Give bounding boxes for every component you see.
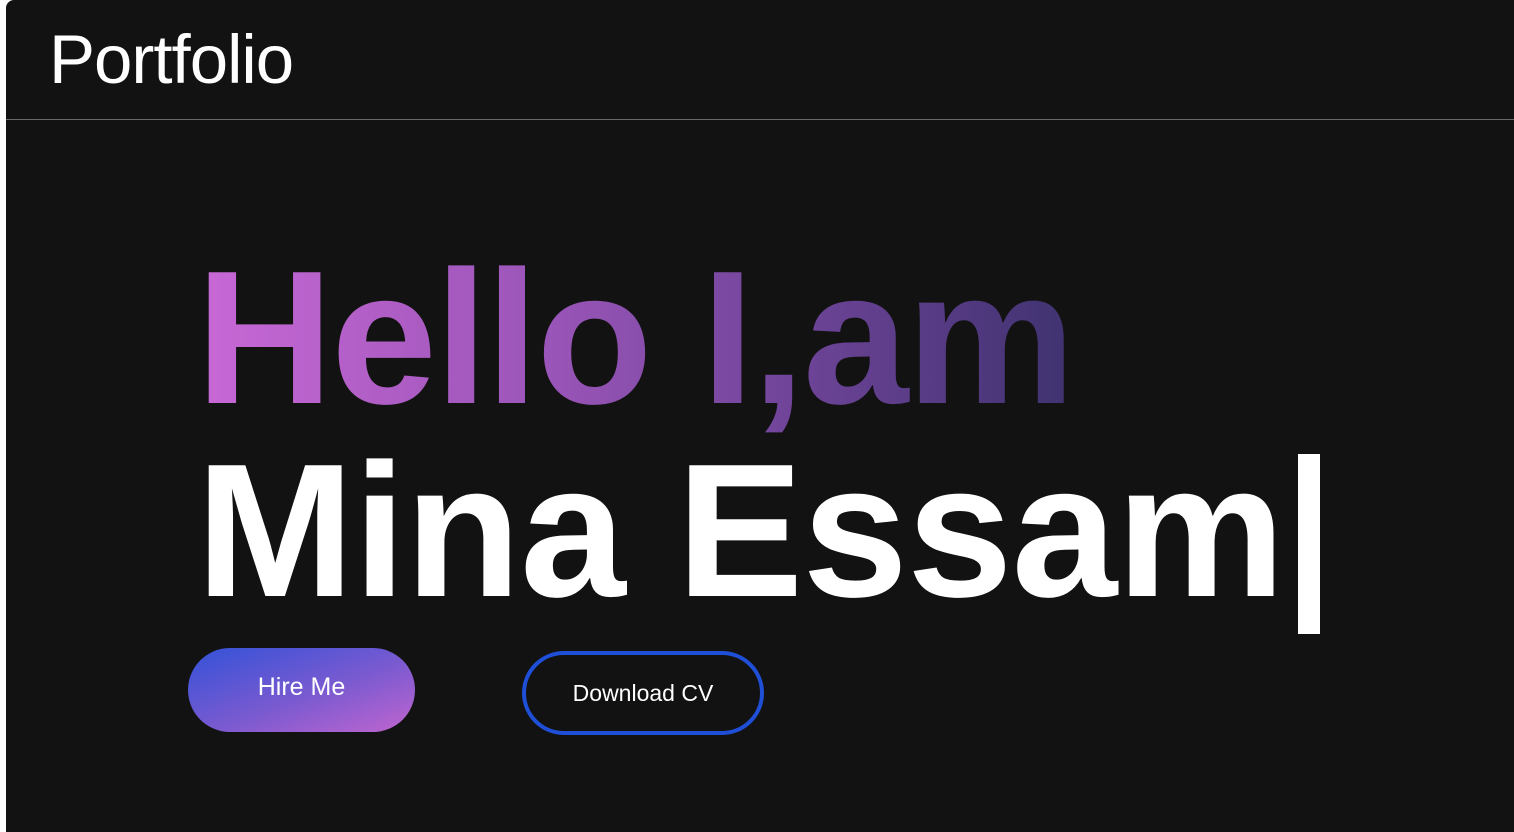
- typing-cursor: [1298, 454, 1321, 634]
- hire-me-button[interactable]: Hire Me: [188, 648, 415, 732]
- portfolio-window: Portfolio Hello I,am Mina Essam Hire Me …: [6, 0, 1514, 832]
- download-cv-button[interactable]: Download CV: [522, 651, 764, 735]
- hero-section: Hello I,am Mina Essam Hire Me Download C…: [6, 121, 1514, 832]
- navbar: Portfolio: [6, 0, 1514, 120]
- hero-greeting: Hello I,am: [196, 232, 1075, 444]
- hire-me-label: Hire Me: [257, 673, 346, 701]
- hero-name-line: Mina Essam: [196, 436, 1321, 634]
- hero-name: Mina Essam: [196, 425, 1285, 637]
- brand-logo[interactable]: Portfolio: [49, 20, 294, 100]
